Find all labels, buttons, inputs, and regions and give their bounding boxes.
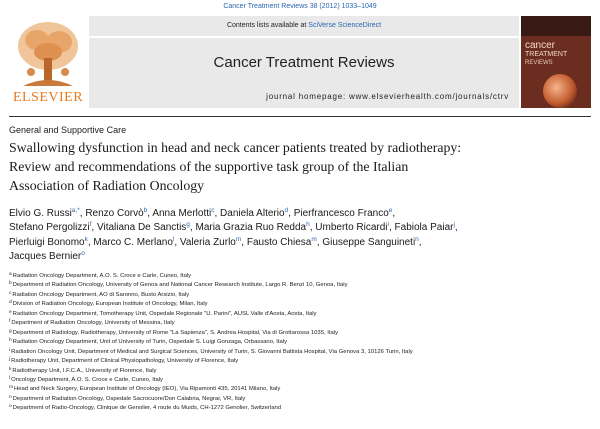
author-line: Pierluigi Bonomok, Marco C. Merlanol, Va… — [9, 236, 594, 250]
affiliation-item: lOncology Department, A.O. S. Croce e Ca… — [9, 376, 594, 385]
affiliation-item: hRadiation Oncology Department, Unit of … — [9, 338, 594, 347]
affiliation-marker: n — [9, 394, 12, 400]
sciencedirect-link[interactable]: SciVerse ScienceDirect — [308, 22, 381, 29]
affiliation-text: Department of Radio-Oncology, Clinique d… — [12, 405, 282, 412]
author-name[interactable]: Maria Grazia Ruo Redda — [195, 222, 306, 233]
affiliation-marker: l — [9, 375, 11, 381]
author-separator: , — [418, 236, 422, 248]
elsevier-tree-icon — [15, 20, 81, 90]
cover-band — [521, 16, 591, 36]
affiliation-marker: g — [9, 328, 12, 334]
affiliation-item: aRadiation Oncology Department, A.O. S. … — [9, 272, 594, 281]
author-name[interactable]: Giuseppe Sanguineti — [322, 237, 415, 248]
affiliation-marker: b — [9, 281, 12, 287]
elsevier-wordmark: ELSEVIER — [12, 90, 84, 105]
affiliation-text: Head and Neck Surgery, European Institut… — [14, 386, 281, 393]
affiliation-text: Radiation Oncology Department, Tomothera… — [12, 310, 317, 317]
title-line: Association of Radiation Oncology — [9, 178, 205, 193]
author-name[interactable]: Anna Merlotti — [152, 208, 211, 219]
author-name[interactable]: Marco C. Merlano — [93, 237, 172, 248]
affiliation-item: kRadiotherapy Unit, I.F.C.A., University… — [9, 367, 594, 376]
author-name[interactable]: Fausto Chiesa — [247, 237, 311, 248]
author-separator: , — [454, 222, 458, 234]
affiliation-item: dDivision of Radiation Oncology, Europea… — [9, 300, 594, 309]
cover-subtitle: TREATMENT — [525, 51, 568, 58]
affiliation-item: oDepartment of Radio-Oncology, Clinique … — [9, 404, 594, 413]
journal-box: Cancer Treatment Reviews journal homepag… — [89, 38, 519, 108]
journal-title: Cancer Treatment Reviews — [213, 54, 395, 71]
section-label: General and Supportive Care — [9, 125, 127, 135]
affiliation-text: Department of Radiation Oncology, Ospeda… — [12, 395, 246, 402]
affiliation-marker: a — [9, 272, 12, 277]
author-name[interactable]: Vitaliana De Sanctis — [97, 222, 186, 233]
affiliation-text: Division of Radiation Oncology, European… — [12, 301, 208, 308]
affiliation-marker: d — [9, 300, 12, 306]
author-name[interactable]: Umberto Ricardi — [315, 222, 387, 233]
elsevier-logo[interactable]: ELSEVIER — [9, 16, 87, 108]
affiliation-marker: e — [9, 309, 12, 315]
title-line: Review and recommendations of the suppor… — [9, 159, 409, 174]
cover-image — [543, 74, 577, 108]
affiliation-text: Radiation Oncology Department, A.O. S. C… — [12, 273, 192, 279]
affiliation-list: aRadiation Oncology Department, A.O. S. … — [9, 272, 594, 414]
homepage-link[interactable]: www.elsevierhealth.com/journals/ctrv — [349, 92, 509, 101]
affiliation-marker: j — [9, 357, 11, 363]
affiliation-item: fDepartment of Radiation Oncology, Unive… — [9, 319, 594, 328]
author-list: Elvio G. Russia,*, Renzo Corvòb, Anna Me… — [9, 207, 594, 264]
journal-homepage: journal homepage: www.elsevierhealth.com… — [149, 92, 509, 101]
affiliation-marker: h — [9, 338, 12, 344]
affiliation-text: Radiation Oncology Unit, Department of M… — [11, 348, 413, 355]
contents-prefix: Contents lists available at — [226, 22, 309, 29]
journal-cover[interactable]: cancer TREATMENT REVIEWS — [521, 16, 591, 108]
affiliation-text: Oncology Department, A.O. S. Croce e Car… — [11, 376, 163, 383]
affiliation-item: iRadiation Oncology Unit, Department of … — [9, 348, 594, 357]
affiliation-item: nDepartment of Radiation Oncology, Osped… — [9, 395, 594, 404]
affiliation-item: mHead and Neck Surgery, European Institu… — [9, 385, 594, 394]
journal-citation[interactable]: Cancer Treatment Reviews 38 (2012) 1033–… — [0, 3, 600, 10]
article-title: Swallowing dysfunction in head and neck … — [9, 138, 594, 195]
author-name[interactable]: Stefano Pergolizzi — [9, 222, 90, 233]
affiliation-text: Radiotherapy Unit, I.F.C.A., University … — [12, 367, 157, 374]
author-affiliation-ref[interactable]: o — [81, 250, 85, 257]
author-name[interactable]: Jacques Bernier — [9, 251, 81, 262]
affiliation-marker: i — [9, 347, 11, 353]
header-divider — [9, 116, 591, 117]
affiliation-item: gDepartment of Radiology, Radiotherapy, … — [9, 329, 594, 338]
affiliation-marker: m — [9, 385, 13, 391]
affiliation-text: Department of Radiation Oncology, Univer… — [11, 320, 175, 327]
author-separator: , — [392, 208, 396, 219]
author-name[interactable]: Fabiola Paiar — [395, 222, 454, 233]
affiliation-item: bDepartment of Radiation Oncology, Unive… — [9, 281, 594, 290]
affiliation-text: Radiation Oncology Department, AO di Sar… — [12, 291, 190, 298]
author-line: Jacques Berniero — [9, 250, 594, 264]
author-name[interactable]: Pierfrancesco Franco — [294, 208, 389, 219]
affiliation-item: jRadiotherapy Unit, Department of Clinic… — [9, 357, 594, 366]
author-name[interactable]: Pierluigi Bonomo — [9, 237, 85, 248]
author-name[interactable]: Renzo Corvò — [85, 208, 143, 219]
author-line: Stefano Pergolizzif, Vitaliana De Sancti… — [9, 221, 594, 235]
affiliation-text: Radiotherapy Unit, Department of Clinica… — [11, 358, 239, 365]
affiliation-item: eRadiation Oncology Department, Tomother… — [9, 310, 594, 319]
cover-title: cancer — [525, 40, 556, 51]
title-line: Swallowing dysfunction in head and neck … — [9, 140, 462, 155]
author-name[interactable]: Elvio G. Russi — [9, 208, 72, 219]
affiliation-marker: o — [9, 404, 12, 410]
author-name[interactable]: Valeria Zurlo — [180, 237, 236, 248]
journal-header: ELSEVIER Contents lists available at Sci… — [9, 16, 591, 108]
journal-banner: Contents lists available at SciVerse Sci… — [89, 16, 519, 108]
affiliation-text: Radiation Oncology Department, Unit of U… — [12, 339, 288, 346]
affiliation-text: Department of Radiology, Radiotherapy, U… — [12, 329, 339, 336]
author-name[interactable]: Daniela Alterio — [220, 208, 284, 219]
author-affiliation-ref[interactable]: a,* — [72, 207, 80, 214]
contents-bar: Contents lists available at SciVerse Sci… — [89, 16, 519, 36]
cover-subtitle-2: REVIEWS — [525, 60, 553, 66]
affiliation-text: Department of Radiation Oncology, Univer… — [12, 282, 348, 289]
homepage-prefix: journal homepage: — [266, 92, 350, 101]
author-line: Elvio G. Russia,*, Renzo Corvòb, Anna Me… — [9, 207, 594, 221]
affiliation-item: cRadiation Oncology Department, AO di Sa… — [9, 291, 594, 300]
